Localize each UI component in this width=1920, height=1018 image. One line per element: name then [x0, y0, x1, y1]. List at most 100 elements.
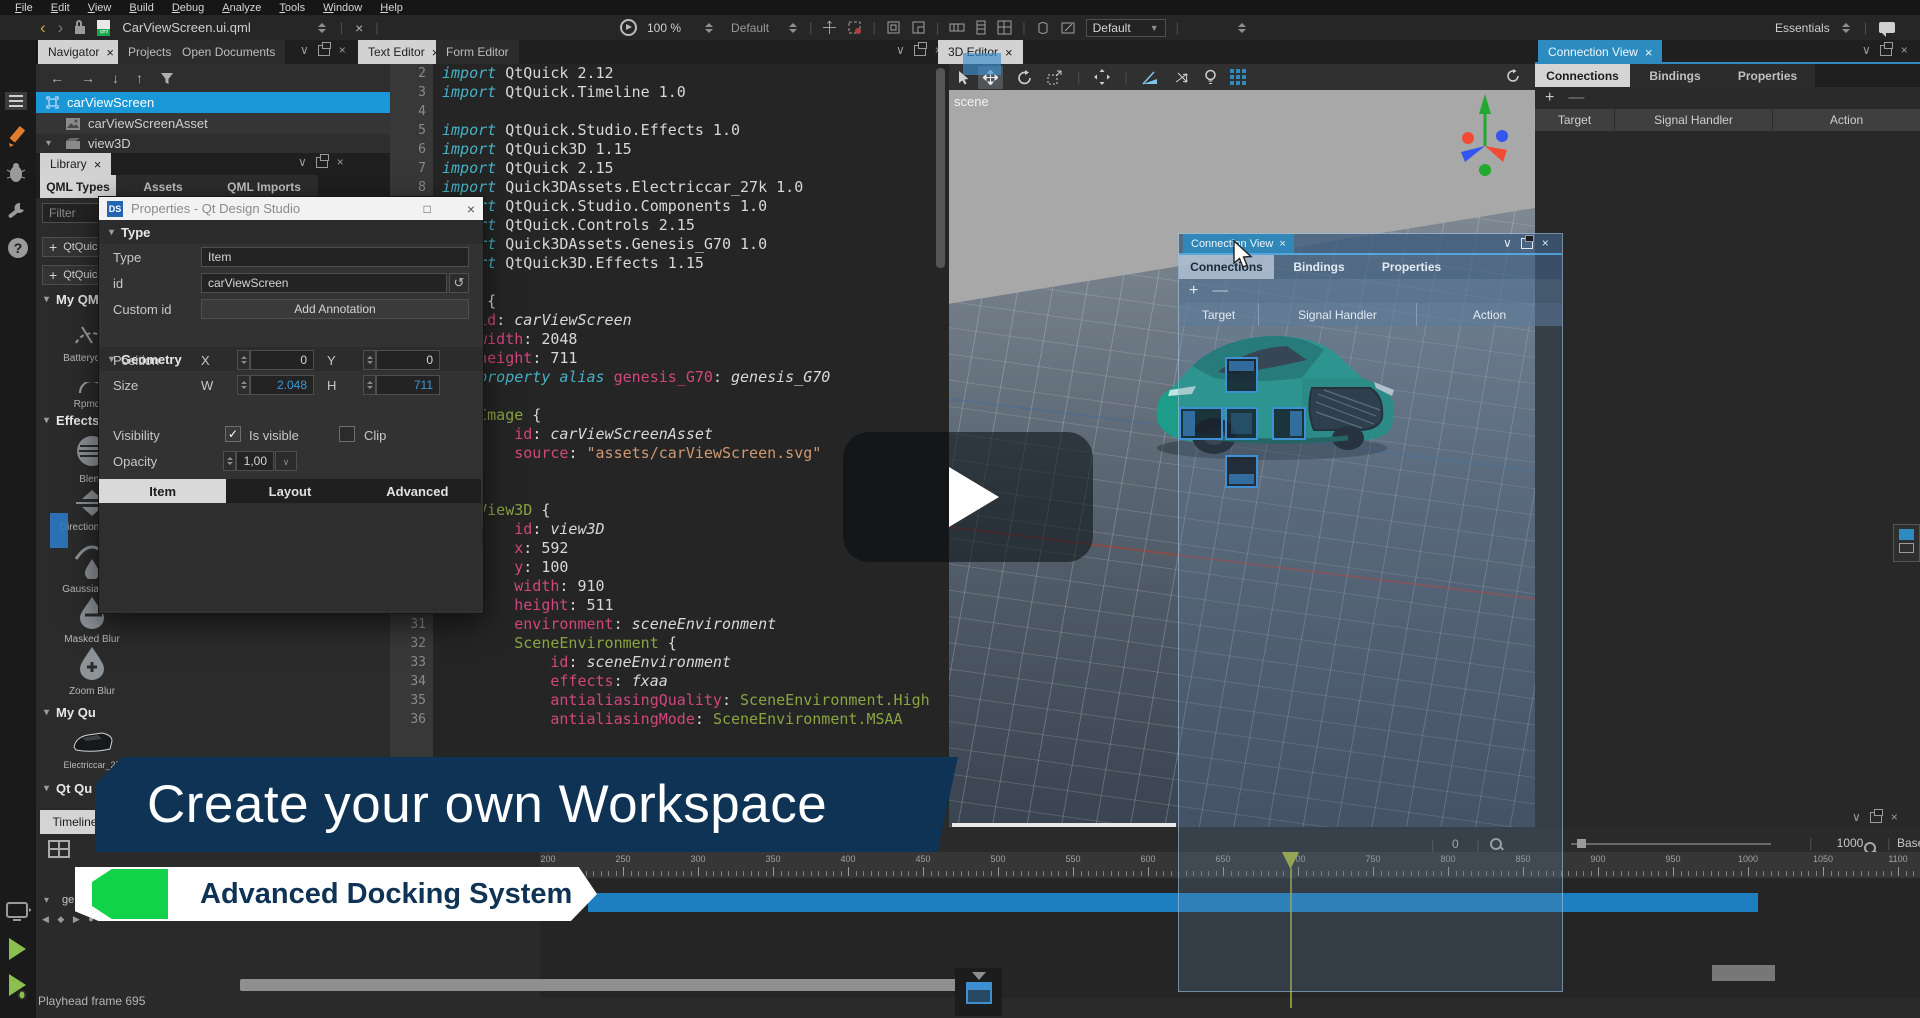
code-line[interactable]: id: sceneEnvironment: [442, 653, 731, 672]
run-debug-button[interactable]: [5, 972, 31, 1002]
code-line[interactable]: property alias genesis_G70: genesis_G70: [442, 368, 830, 387]
floating-tab-bindings[interactable]: Bindings: [1274, 255, 1364, 279]
expander-icon[interactable]: ▾: [44, 895, 49, 906]
remove-connection-button[interactable]: —: [1212, 282, 1228, 300]
distribute-v-icon[interactable]: [975, 20, 987, 35]
reset-view-icon[interactable]: [1505, 68, 1521, 84]
timeline-zoom-slider-handle[interactable]: [1577, 839, 1586, 848]
y-spin[interactable]: [363, 350, 376, 370]
properties-dialog[interactable]: DS Properties - Qt Design Studio □ × ▾Ty…: [98, 196, 484, 614]
tab-properties[interactable]: Properties: [1720, 64, 1815, 87]
section-type[interactable]: ▾Type: [99, 220, 483, 244]
grid-layout-icon[interactable]: [997, 20, 1012, 35]
nav-forward-button[interactable]: ›: [58, 18, 64, 38]
x-field[interactable]: 0: [250, 350, 314, 370]
connection-bottom-controls[interactable]: ∨×: [1852, 810, 1898, 824]
video-play-button[interactable]: [843, 432, 1093, 562]
clip-checkbox[interactable]: [339, 426, 355, 442]
drop-indicator-right[interactable]: [1272, 407, 1306, 440]
h-spin[interactable]: [363, 375, 376, 395]
tab-qml-imports[interactable]: QML Imports: [210, 175, 318, 198]
code-line[interactable]: import QtQuick3D 1.15: [442, 140, 632, 159]
document-close-button[interactable]: ×: [355, 20, 363, 36]
tab-library[interactable]: Library×: [40, 153, 111, 175]
w-field[interactable]: 2.048: [250, 375, 314, 395]
float-panel-icon[interactable]: [1521, 238, 1533, 249]
drop-indicator-top[interactable]: [1225, 357, 1258, 393]
code-line[interactable]: import QtQuick 2.15: [442, 159, 614, 178]
rotate-tool-icon[interactable]: [1017, 70, 1033, 85]
editor-dock-controls[interactable]: ∨×: [896, 43, 942, 57]
edit-list-icon[interactable]: [5, 92, 31, 110]
code-line[interactable]: antialiasingMode: SceneEnvironment.MSAA: [442, 710, 903, 729]
drop-indicator-left[interactable]: [1179, 407, 1223, 440]
code-line[interactable]: import Quick3DAssets.Electriccar_27k 1.0: [442, 178, 803, 197]
splitter-line[interactable]: [952, 823, 1176, 827]
preview-play-icon[interactable]: [620, 19, 637, 36]
style-stepper[interactable]: [789, 23, 799, 33]
col-action[interactable]: Action: [1773, 109, 1920, 131]
add-annotation-button[interactable]: Add Annotation: [201, 299, 469, 319]
tab-layout[interactable]: Layout: [226, 479, 353, 503]
tab-connection-view[interactable]: Connection View×: [1538, 40, 1662, 64]
tab-item[interactable]: Item: [99, 479, 226, 503]
section-qt-quick[interactable]: ▾Qt Qu: [44, 781, 92, 796]
section-my-quick[interactable]: ▾My Qu: [44, 705, 96, 720]
x-spin[interactable]: [237, 350, 250, 370]
w-spin[interactable]: [237, 375, 250, 395]
code-line[interactable]: import Quick3DAssets.Genesis_G70 1.0: [442, 235, 767, 254]
maximize-icon[interactable]: □: [424, 202, 431, 216]
menu-edit[interactable]: Edit: [42, 2, 79, 14]
menu-analyze[interactable]: Analyze: [213, 2, 270, 14]
code-line[interactable]: antialiasingQuality: SceneEnvironment.Hi…: [442, 691, 930, 710]
nav-down-icon[interactable]: ↓: [112, 70, 119, 86]
drop-indicator-center[interactable]: [1225, 407, 1258, 440]
code-line[interactable]: environment: sceneEnvironment: [442, 615, 776, 634]
floating-tab-connections[interactable]: Connections: [1179, 255, 1274, 279]
nav-back-button[interactable]: ‹: [40, 18, 46, 38]
form-style-selector[interactable]: Default▼: [1086, 19, 1166, 37]
menu-tools[interactable]: Tools: [270, 2, 314, 14]
type-field[interactable]: Item: [201, 247, 469, 267]
tab-assets[interactable]: Assets: [116, 175, 210, 198]
close-icon[interactable]: ×: [94, 158, 102, 171]
style-selector[interactable]: Default: [731, 21, 769, 35]
properties-dialog-titlebar[interactable]: DS Properties - Qt Design Studio □ ×: [99, 197, 483, 220]
run-button[interactable]: [5, 936, 31, 962]
right-dock-controls[interactable]: ∨×: [1862, 43, 1908, 57]
timeline-film-icon[interactable]: [48, 840, 70, 858]
add-connection-button[interactable]: +: [1545, 89, 1554, 107]
timeline-h-scrollbar-2[interactable]: [1712, 965, 1775, 981]
selection-frame-icon[interactable]: [847, 20, 862, 35]
expander-icon[interactable]: ▾: [46, 138, 51, 149]
nav-left-icon[interactable]: ←: [50, 70, 64, 86]
move-cursor-tool-icon[interactable]: [822, 20, 837, 35]
distribute-h-icon[interactable]: [949, 21, 965, 34]
document-title[interactable]: CarViewScreen.ui.qml: [122, 20, 250, 35]
timeline-zoom-slider[interactable]: [1571, 843, 1771, 845]
is-visible-checkbox[interactable]: ✓: [225, 426, 241, 442]
nav-right-icon[interactable]: →: [81, 70, 95, 86]
code-line[interactable]: import QtQuick.Studio.Components 1.0: [442, 197, 767, 216]
timeline-section-bar[interactable]: [588, 893, 1758, 912]
code-line[interactable]: import QtQuick.Timeline 1.0: [442, 83, 686, 102]
float-panel-icon[interactable]: [318, 45, 330, 56]
drop-indicator-bottom[interactable]: [1225, 455, 1258, 488]
scale-tool-icon[interactable]: [1047, 70, 1063, 85]
timeline-end-value[interactable]: 1000: [1825, 836, 1875, 850]
menu-view[interactable]: View: [79, 2, 121, 14]
tree-item-view3d[interactable]: ▾ view3D: [36, 134, 390, 153]
opacity-field[interactable]: 1,00: [236, 451, 274, 471]
collapsed-dock-strip[interactable]: [1893, 524, 1920, 562]
tools-wrench-icon[interactable]: [5, 200, 31, 222]
tab-connections[interactable]: Connections: [1535, 64, 1630, 87]
left-dock-controls[interactable]: ∨×: [300, 43, 346, 57]
global-orientation-icon[interactable]: [1174, 70, 1191, 85]
col-target[interactable]: Target: [1535, 109, 1615, 131]
float-panel-icon[interactable]: [1880, 45, 1892, 56]
add-connection-button[interactable]: +: [1189, 282, 1198, 300]
col-signal-handler[interactable]: Signal Handler: [1615, 109, 1773, 131]
opacity-dropdown[interactable]: ∨: [275, 451, 297, 471]
close-icon[interactable]: ×: [1005, 46, 1013, 59]
fit-selected-icon[interactable]: [1094, 69, 1110, 85]
